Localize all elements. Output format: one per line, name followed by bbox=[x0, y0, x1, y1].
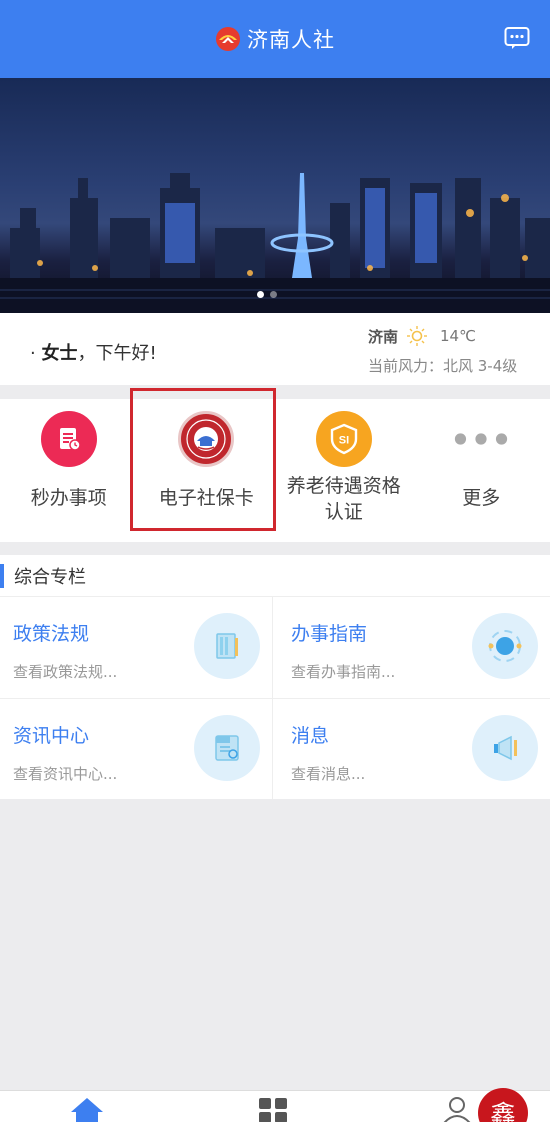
weather-city: 济南 bbox=[368, 327, 399, 346]
shield-si-icon: SI bbox=[315, 411, 372, 467]
book-icon bbox=[194, 613, 260, 679]
section-item-guide[interactable]: 办事指南 查看办事指南... bbox=[278, 597, 550, 697]
app-header: 济南人社 bbox=[0, 0, 550, 78]
message-icon[interactable] bbox=[504, 26, 530, 50]
weather-temperature: 14℃ bbox=[440, 327, 476, 345]
section-title: 综合专栏 bbox=[14, 566, 86, 588]
item-subtitle: 查看消息... bbox=[291, 765, 366, 783]
banner-carousel[interactable] bbox=[0, 78, 550, 313]
shortcut-quick-services[interactable]: 秒办事项 bbox=[0, 399, 138, 542]
more-dots-icon bbox=[453, 411, 509, 467]
section-header: 综合专栏 bbox=[0, 555, 550, 597]
news-icon bbox=[194, 715, 260, 781]
carousel-dot bbox=[257, 291, 264, 298]
greeting-message: ，下午好! bbox=[77, 343, 157, 364]
item-subtitle: 查看资讯中心... bbox=[13, 765, 118, 783]
section-general: 综合专栏 政策法规 查看政策法规... 办事指南 查看办事指南... 资讯中心 … bbox=[0, 555, 550, 799]
compass-icon bbox=[472, 613, 538, 679]
jinan-hrss-logo-icon bbox=[216, 27, 240, 51]
shortcut-label: 养老待遇资格认证 bbox=[286, 475, 401, 523]
shortcut-e-social-security-card[interactable]: 电子社保卡 bbox=[138, 399, 276, 542]
item-subtitle: 查看政策法规... bbox=[13, 663, 118, 681]
shortcut-label: 秒办事项 bbox=[30, 487, 107, 509]
carousel-indicator bbox=[257, 291, 277, 298]
shortcut-pension-certification[interactable]: SI 养老待遇资格认证 bbox=[275, 399, 413, 542]
item-title: 消息 bbox=[291, 725, 330, 747]
section-accent-bar bbox=[0, 563, 4, 588]
shortcut-label: 更多 bbox=[462, 487, 501, 509]
greeting-panel: · 女士，下午好! 济南 14℃ 当前风力：北风 3-4级 bbox=[0, 313, 550, 385]
page-title: 济南人社 bbox=[247, 28, 335, 52]
megaphone-icon bbox=[472, 715, 538, 781]
item-title: 办事指南 bbox=[291, 623, 368, 645]
section-item-policies[interactable]: 政策法规 查看政策法规... bbox=[0, 597, 272, 697]
section-grid: 政策法规 查看政策法规... 办事指南 查看办事指南... 资讯中心 查看资讯中… bbox=[0, 597, 550, 799]
shortcut-label: 电子社保卡 bbox=[158, 487, 254, 509]
home-icon[interactable] bbox=[70, 1095, 104, 1122]
carousel-dot bbox=[270, 291, 277, 298]
document-icon bbox=[40, 411, 97, 467]
user-icon[interactable] bbox=[440, 1095, 474, 1122]
apps-grid-icon[interactable] bbox=[256, 1095, 290, 1122]
user-name: 女士 bbox=[41, 343, 78, 364]
grid-divider-horizontal bbox=[0, 698, 550, 699]
item-subtitle: 查看办事指南... bbox=[291, 663, 396, 681]
weather-summary: 济南 14℃ bbox=[368, 325, 476, 347]
city-skyline-image bbox=[0, 173, 550, 313]
bottom-tab-bar bbox=[0, 1090, 550, 1122]
header-title-wrap: 济南人社 bbox=[215, 24, 335, 54]
section-item-news[interactable]: 资讯中心 查看资讯中心... bbox=[0, 699, 272, 799]
item-title: 政策法规 bbox=[13, 623, 90, 645]
shortcut-grid: 秒办事项 电子社保卡 SI 养老待遇资格认证 更多 bbox=[0, 399, 550, 542]
svg-text:SI: SI bbox=[339, 435, 349, 447]
weather-wind: 当前风力：北风 3-4级 bbox=[368, 357, 518, 375]
sun-icon bbox=[407, 326, 428, 346]
social-security-card-icon bbox=[178, 411, 235, 467]
greeting-text: · 女士，下午好! bbox=[30, 343, 157, 364]
shortcut-more[interactable]: 更多 bbox=[413, 399, 550, 542]
item-title: 资讯中心 bbox=[13, 725, 90, 747]
section-item-messages[interactable]: 消息 查看消息... bbox=[278, 699, 550, 799]
